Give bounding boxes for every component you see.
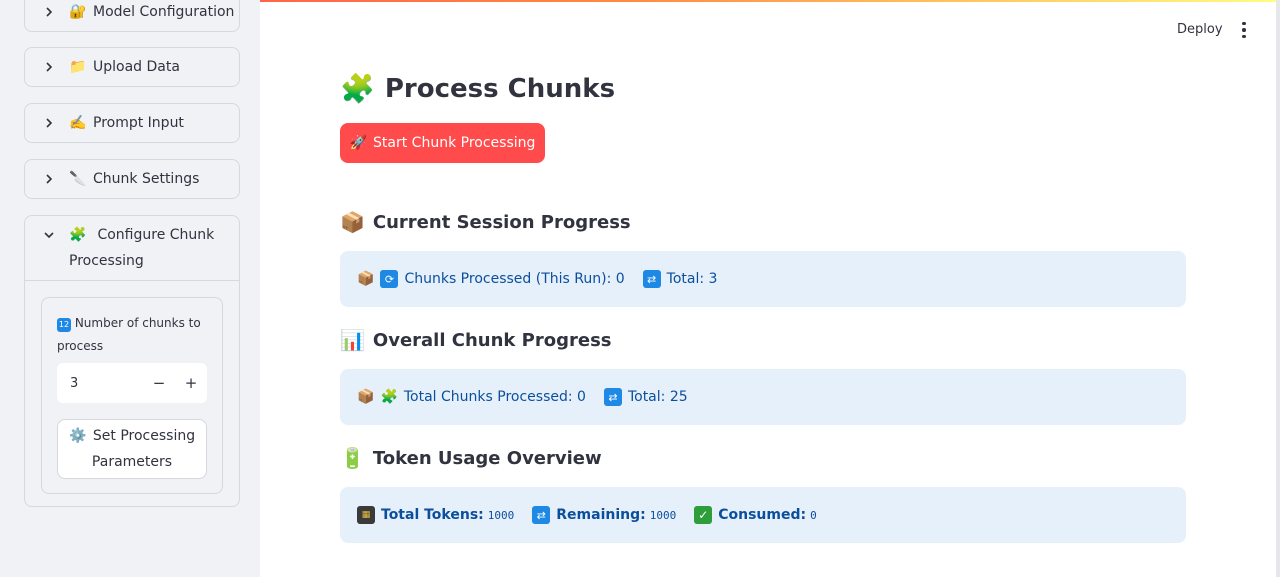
button-label: Start Chunk Processing bbox=[373, 135, 536, 151]
chunks-number-stepper: 3 − + bbox=[57, 363, 207, 403]
chevron-down-icon bbox=[41, 227, 57, 243]
session-processed-text: Chunks Processed (This Run): 0 bbox=[404, 271, 625, 287]
rocket-icon: 🚀 bbox=[349, 135, 368, 151]
chevron-right-icon bbox=[41, 59, 57, 75]
start-chunk-processing-button[interactable]: 🚀 Start Chunk Processing bbox=[340, 123, 545, 163]
expander-label: Model Configuration bbox=[93, 4, 235, 20]
button-label: Set Processing Parameters bbox=[91, 428, 196, 470]
bar-chart-icon: 📊 bbox=[340, 328, 365, 352]
chevron-right-icon bbox=[41, 171, 57, 187]
decrement-button[interactable]: − bbox=[143, 363, 175, 403]
folder-icon: 📁 bbox=[69, 59, 87, 75]
remaining-value: 1000 bbox=[649, 508, 677, 522]
section-heading-text: Overall Chunk Progress bbox=[372, 329, 612, 351]
repeat-icon: ⇄ bbox=[603, 388, 622, 406]
section-heading-overall: 📊 Overall Chunk Progress bbox=[340, 328, 612, 352]
overall-processed-text: Total Chunks Processed: 0 bbox=[403, 389, 586, 405]
expander-header[interactable]: 🧩 Configure Chunk Processing bbox=[25, 216, 239, 281]
chevron-right-icon bbox=[41, 115, 57, 131]
section-heading-tokens: 🔋 Token Usage Overview bbox=[340, 446, 602, 470]
remaining-label: Remaining: bbox=[556, 507, 646, 523]
repeat-icon: ⇄ bbox=[642, 270, 661, 288]
package-icon: 📦 bbox=[357, 389, 375, 405]
chunks-number-input[interactable]: 3 bbox=[57, 376, 143, 391]
expander-model-configuration[interactable]: 🔐 Model Configuration bbox=[24, 0, 240, 32]
expander-label: Prompt Input bbox=[93, 115, 184, 131]
section-heading-text: Token Usage Overview bbox=[372, 447, 602, 469]
page-title-text: Process Chunks bbox=[384, 73, 616, 104]
total-tokens-value: 1000 bbox=[487, 508, 515, 522]
total-tokens-label: Total Tokens: bbox=[381, 507, 484, 523]
repeat-icon: ⇄ bbox=[532, 506, 551, 524]
expander-label: Chunk Settings bbox=[93, 171, 200, 187]
window-edge bbox=[1276, 0, 1280, 577]
lock-icon: 🔐 bbox=[69, 4, 87, 20]
consumed-label: Consumed: bbox=[718, 507, 807, 523]
refresh-icon: ⟳ bbox=[380, 270, 399, 288]
puzzle-icon: 🧩 bbox=[380, 389, 398, 405]
expander-upload-data[interactable]: 📁 Upload Data bbox=[24, 47, 240, 87]
set-processing-parameters-button[interactable]: ⚙️ Set Processing Parameters bbox=[57, 419, 207, 479]
kebab-icon[interactable] bbox=[1232, 18, 1256, 42]
gear-icon: ⚙️ bbox=[69, 428, 87, 444]
puzzle-icon: 🧩 bbox=[340, 72, 375, 105]
package-icon: 📦 bbox=[357, 271, 375, 287]
check-mark-icon: ✓ bbox=[694, 506, 713, 524]
number-input-label: Number of chunks to process bbox=[57, 316, 201, 353]
deploy-button[interactable]: Deploy bbox=[1167, 18, 1233, 41]
session-progress-info: 📦 ⟳ Chunks Processed (This Run): 0 ⇄ Tot… bbox=[340, 251, 1186, 307]
section-heading-session: 📦 Current Session Progress bbox=[340, 210, 631, 234]
abacus-icon: ▦ bbox=[357, 506, 375, 524]
session-total-text: Total: 3 bbox=[666, 271, 718, 287]
puzzle-icon: 🧩 bbox=[69, 227, 87, 243]
overall-total-text: Total: 25 bbox=[627, 389, 688, 405]
consumed-value: 0 bbox=[810, 508, 817, 522]
sidebar: 🔐 Model Configuration 📁 Upload Data ✍️ P… bbox=[0, 0, 260, 577]
numbers-icon: 12 bbox=[57, 317, 71, 332]
writing-hand-icon: ✍️ bbox=[69, 115, 87, 131]
expander-chunk-settings[interactable]: 🔪 Chunk Settings bbox=[24, 159, 240, 199]
section-heading-text: Current Session Progress bbox=[372, 211, 631, 233]
token-usage-info: ▦ Total Tokens: 1000 ⇄ Remaining: 1000 ✓… bbox=[340, 487, 1186, 543]
battery-icon: 🔋 bbox=[340, 446, 365, 470]
increment-button[interactable]: + bbox=[175, 363, 207, 403]
chevron-right-icon bbox=[41, 4, 57, 20]
expander-prompt-input[interactable]: ✍️ Prompt Input bbox=[24, 103, 240, 143]
expander-label: Configure Chunk Processing bbox=[69, 227, 215, 269]
expander-configure-chunk-processing: 🧩 Configure Chunk Processing 12 Number o… bbox=[24, 215, 240, 507]
package-icon: 📦 bbox=[340, 210, 365, 234]
settings-form: 12 Number of chunks to process 3 − + ⚙️ S… bbox=[41, 297, 223, 494]
page-title: 🧩 Process Chunks bbox=[340, 72, 615, 105]
overall-progress-info: 📦 🧩 Total Chunks Processed: 0 ⇄ Total: 2… bbox=[340, 369, 1186, 425]
expander-label: Upload Data bbox=[93, 59, 180, 75]
knife-icon: 🔪 bbox=[69, 171, 87, 187]
